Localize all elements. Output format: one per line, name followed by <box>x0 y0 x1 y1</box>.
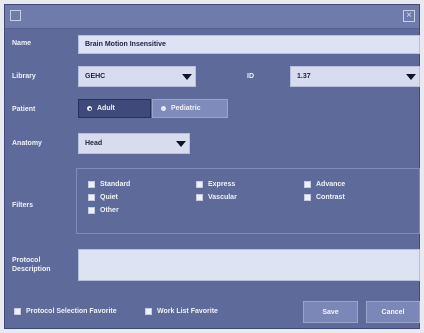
filters-group <box>76 168 420 234</box>
patient-option-adult[interactable]: Adult <box>78 99 151 118</box>
filter-standard-checkbox[interactable]: Standard <box>88 181 130 188</box>
library-select[interactable]: GEHC <box>78 66 196 87</box>
filter-label: Express <box>208 181 236 188</box>
anatomy-select[interactable]: Head <box>78 133 190 154</box>
library-value: GEHC <box>85 73 106 80</box>
name-label: Name <box>12 40 32 47</box>
patient-option-pediatric[interactable]: Pediatric <box>152 99 228 118</box>
patient-option-label: Pediatric <box>171 105 201 112</box>
checkbox-label: Work List Favorite <box>157 308 218 315</box>
filter-quiet-checkbox[interactable]: Quiet <box>88 194 118 201</box>
checkbox-icon <box>145 308 152 315</box>
id-value: 1.37 <box>297 73 311 80</box>
anatomy-value: Head <box>85 140 103 147</box>
filters-label: Filters <box>12 202 34 209</box>
checkbox-label: Protocol Selection Favorite <box>26 308 117 315</box>
patient-label: Patient <box>12 106 36 113</box>
id-label: ID <box>247 73 254 80</box>
save-button[interactable]: Save <box>303 301 358 323</box>
filter-express-checkbox[interactable]: Express <box>196 181 235 188</box>
description-label-line2: Description <box>12 266 51 273</box>
title-bar: × <box>5 5 419 29</box>
protocol-selection-favorite-checkbox[interactable]: Protocol Selection Favorite <box>14 308 117 315</box>
checkbox-icon <box>196 181 203 188</box>
chevron-down-icon <box>175 140 186 147</box>
chevron-down-icon <box>181 73 192 80</box>
filter-label: Vascular <box>208 194 237 201</box>
checkbox-icon <box>88 207 95 214</box>
checkbox-icon <box>88 181 95 188</box>
library-dropdown-button[interactable] <box>178 67 195 86</box>
checkbox-icon <box>304 181 311 188</box>
patient-option-label: Adult <box>97 105 115 112</box>
checkbox-icon <box>88 194 95 201</box>
filter-other-checkbox[interactable]: Other <box>88 207 119 214</box>
close-icon[interactable]: × <box>403 10 415 22</box>
window-icon <box>10 10 21 21</box>
description-label-line1: Protocol <box>12 257 41 264</box>
filter-advance-checkbox[interactable]: Advance <box>304 181 345 188</box>
filter-label: Standard <box>100 181 131 188</box>
filter-label: Advance <box>316 181 346 188</box>
library-label: Library <box>12 73 36 80</box>
chevron-down-icon <box>405 73 416 80</box>
checkbox-icon <box>14 308 21 315</box>
checkbox-icon <box>196 194 203 201</box>
name-field[interactable]: Brain Motion Insensitive <box>78 35 420 54</box>
radio-icon <box>161 106 166 111</box>
checkbox-icon <box>304 194 311 201</box>
id-dropdown-button[interactable] <box>402 67 419 86</box>
protocol-description-field[interactable] <box>78 249 420 281</box>
filter-contrast-checkbox[interactable]: Contrast <box>304 194 345 201</box>
id-select[interactable]: 1.37 <box>290 66 420 87</box>
anatomy-dropdown-button[interactable] <box>172 134 189 153</box>
work-list-favorite-checkbox[interactable]: Work List Favorite <box>145 308 218 315</box>
filter-label: Contrast <box>316 194 345 201</box>
anatomy-label: Anatomy <box>12 140 42 147</box>
filter-vascular-checkbox[interactable]: Vascular <box>196 194 237 201</box>
cancel-button[interactable]: Cancel <box>366 301 420 323</box>
filter-label: Other <box>100 207 119 214</box>
filter-label: Quiet <box>100 194 118 201</box>
radio-icon <box>87 106 92 111</box>
